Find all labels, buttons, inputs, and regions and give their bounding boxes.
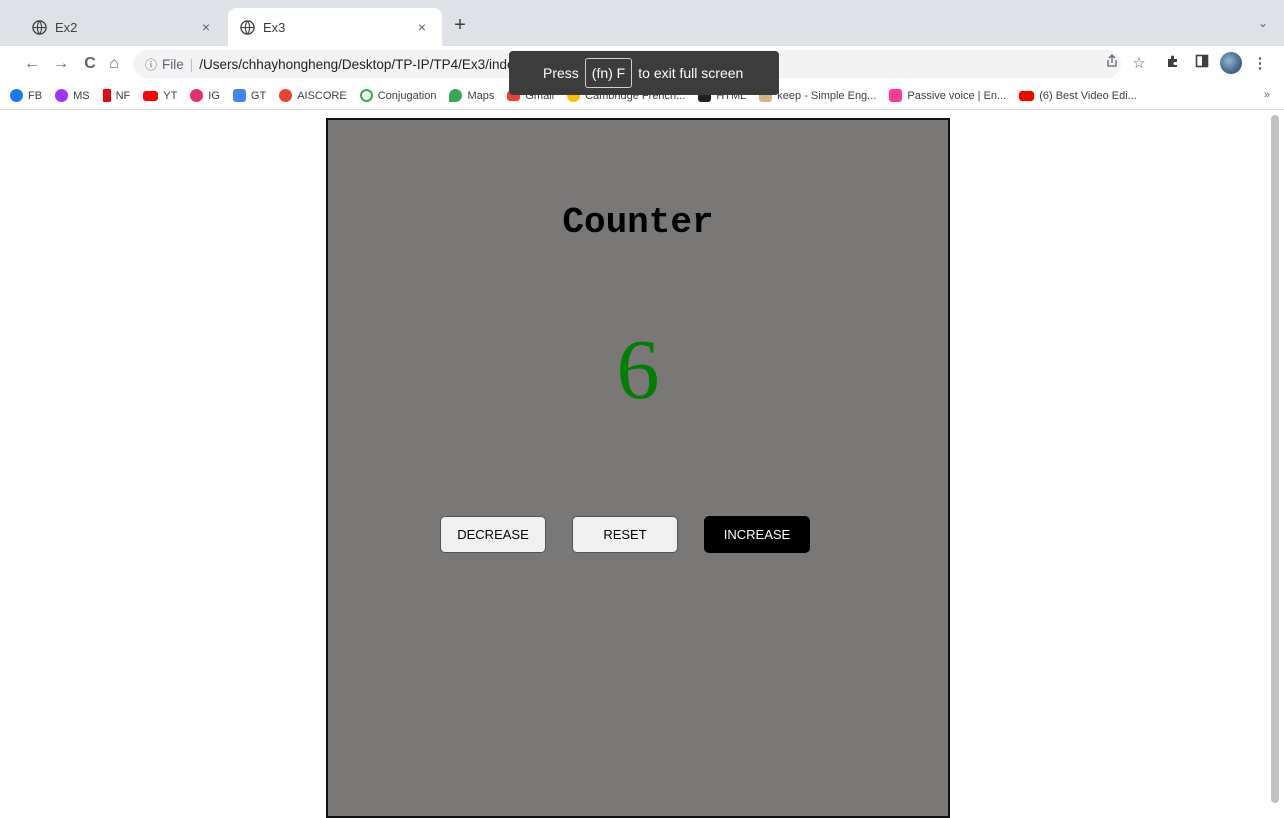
globe-icon bbox=[240, 19, 255, 35]
new-tab-button[interactable]: + bbox=[450, 15, 470, 37]
bookmark-best-video[interactable]: (6) Best Video Edi... bbox=[1019, 90, 1137, 102]
decrease-button[interactable]: DECREASE bbox=[440, 516, 546, 553]
info-icon[interactable]: ⓘ bbox=[145, 56, 157, 73]
netflix-icon bbox=[102, 89, 111, 102]
page-title: Counter bbox=[562, 202, 714, 243]
toast-key: (fn) F bbox=[584, 58, 633, 88]
bookmark-fb[interactable]: FB bbox=[10, 89, 42, 102]
tab-ex3[interactable]: Ex3 × bbox=[228, 8, 442, 46]
bookmarks-overflow-chevron-icon[interactable]: » bbox=[1264, 89, 1270, 101]
page-viewport: Counter 6 DECREASE RESET INCREASE bbox=[0, 111, 1284, 818]
forward-arrow-icon[interactable]: → bbox=[51, 54, 71, 74]
share-icon[interactable] bbox=[1102, 54, 1122, 74]
reload-icon[interactable]: C bbox=[80, 54, 100, 74]
reset-button[interactable]: RESET bbox=[572, 516, 678, 553]
extensions-puzzle-icon[interactable] bbox=[1163, 54, 1183, 74]
address-separator: | bbox=[189, 56, 194, 72]
side-panel-icon[interactable] bbox=[1192, 54, 1212, 74]
profile-avatar[interactable] bbox=[1220, 52, 1242, 74]
tab-ex2[interactable]: Ex2 × bbox=[20, 8, 226, 46]
bookmark-gt[interactable]: GT bbox=[232, 89, 266, 102]
toast-message: to exit full screen bbox=[638, 65, 744, 81]
scrollbar-thumb[interactable] bbox=[1271, 115, 1279, 803]
tab-strip: Ex2 × Ex3 × + ⌄ bbox=[0, 0, 1284, 46]
counter-value: 6 bbox=[616, 321, 660, 417]
conjugation-icon bbox=[359, 89, 373, 102]
bookmark-nf[interactable]: NF bbox=[102, 89, 130, 102]
bookmark-ig[interactable]: IG bbox=[190, 89, 220, 102]
home-icon[interactable]: ⌂ bbox=[104, 54, 124, 74]
bookmark-ms[interactable]: MS bbox=[55, 89, 90, 102]
back-arrow-icon[interactable]: ← bbox=[22, 54, 42, 74]
youtube-icon bbox=[1019, 90, 1035, 101]
instagram-icon bbox=[190, 89, 204, 102]
maps-icon bbox=[449, 89, 463, 102]
kebab-menu-icon[interactable]: ⋮ bbox=[1250, 54, 1270, 74]
tab-label: Ex3 bbox=[263, 19, 286, 35]
vertical-scrollbar[interactable] bbox=[1270, 111, 1280, 815]
toast-press-text: Press bbox=[543, 65, 579, 81]
aiscore-icon bbox=[279, 89, 293, 102]
address-path[interactable]: /Users/chhayhongheng/Desktop/TP-IP/TP4/E… bbox=[199, 57, 550, 72]
google-translate-icon bbox=[232, 89, 246, 102]
scheme-label: File bbox=[162, 56, 184, 72]
bookmark-conjugation[interactable]: Conjugation bbox=[359, 89, 436, 102]
bookmark-aiscore[interactable]: AISCORE bbox=[279, 89, 347, 102]
tab-search-chevron-icon[interactable]: ⌄ bbox=[1258, 16, 1268, 30]
increase-button[interactable]: INCREASE bbox=[704, 516, 810, 553]
close-tab-icon[interactable]: × bbox=[414, 19, 430, 35]
messenger-icon bbox=[55, 89, 69, 102]
close-tab-icon[interactable]: × bbox=[198, 19, 214, 35]
youtube-icon bbox=[143, 90, 159, 101]
bookmark-maps[interactable]: Maps bbox=[449, 89, 494, 102]
facebook-icon bbox=[10, 89, 23, 102]
bookmark-star-icon[interactable]: ☆ bbox=[1129, 54, 1149, 74]
tab-label: Ex2 bbox=[55, 19, 78, 35]
bookmark-passive-voice[interactable]: Passive voice | En... bbox=[889, 89, 1006, 102]
globe-icon bbox=[32, 19, 47, 35]
counter-container: Counter 6 DECREASE RESET INCREASE bbox=[326, 118, 950, 818]
ef-icon bbox=[889, 89, 903, 102]
fullscreen-toast: Press (fn) F to exit full screen bbox=[509, 51, 779, 95]
bookmark-yt[interactable]: YT bbox=[143, 90, 177, 102]
